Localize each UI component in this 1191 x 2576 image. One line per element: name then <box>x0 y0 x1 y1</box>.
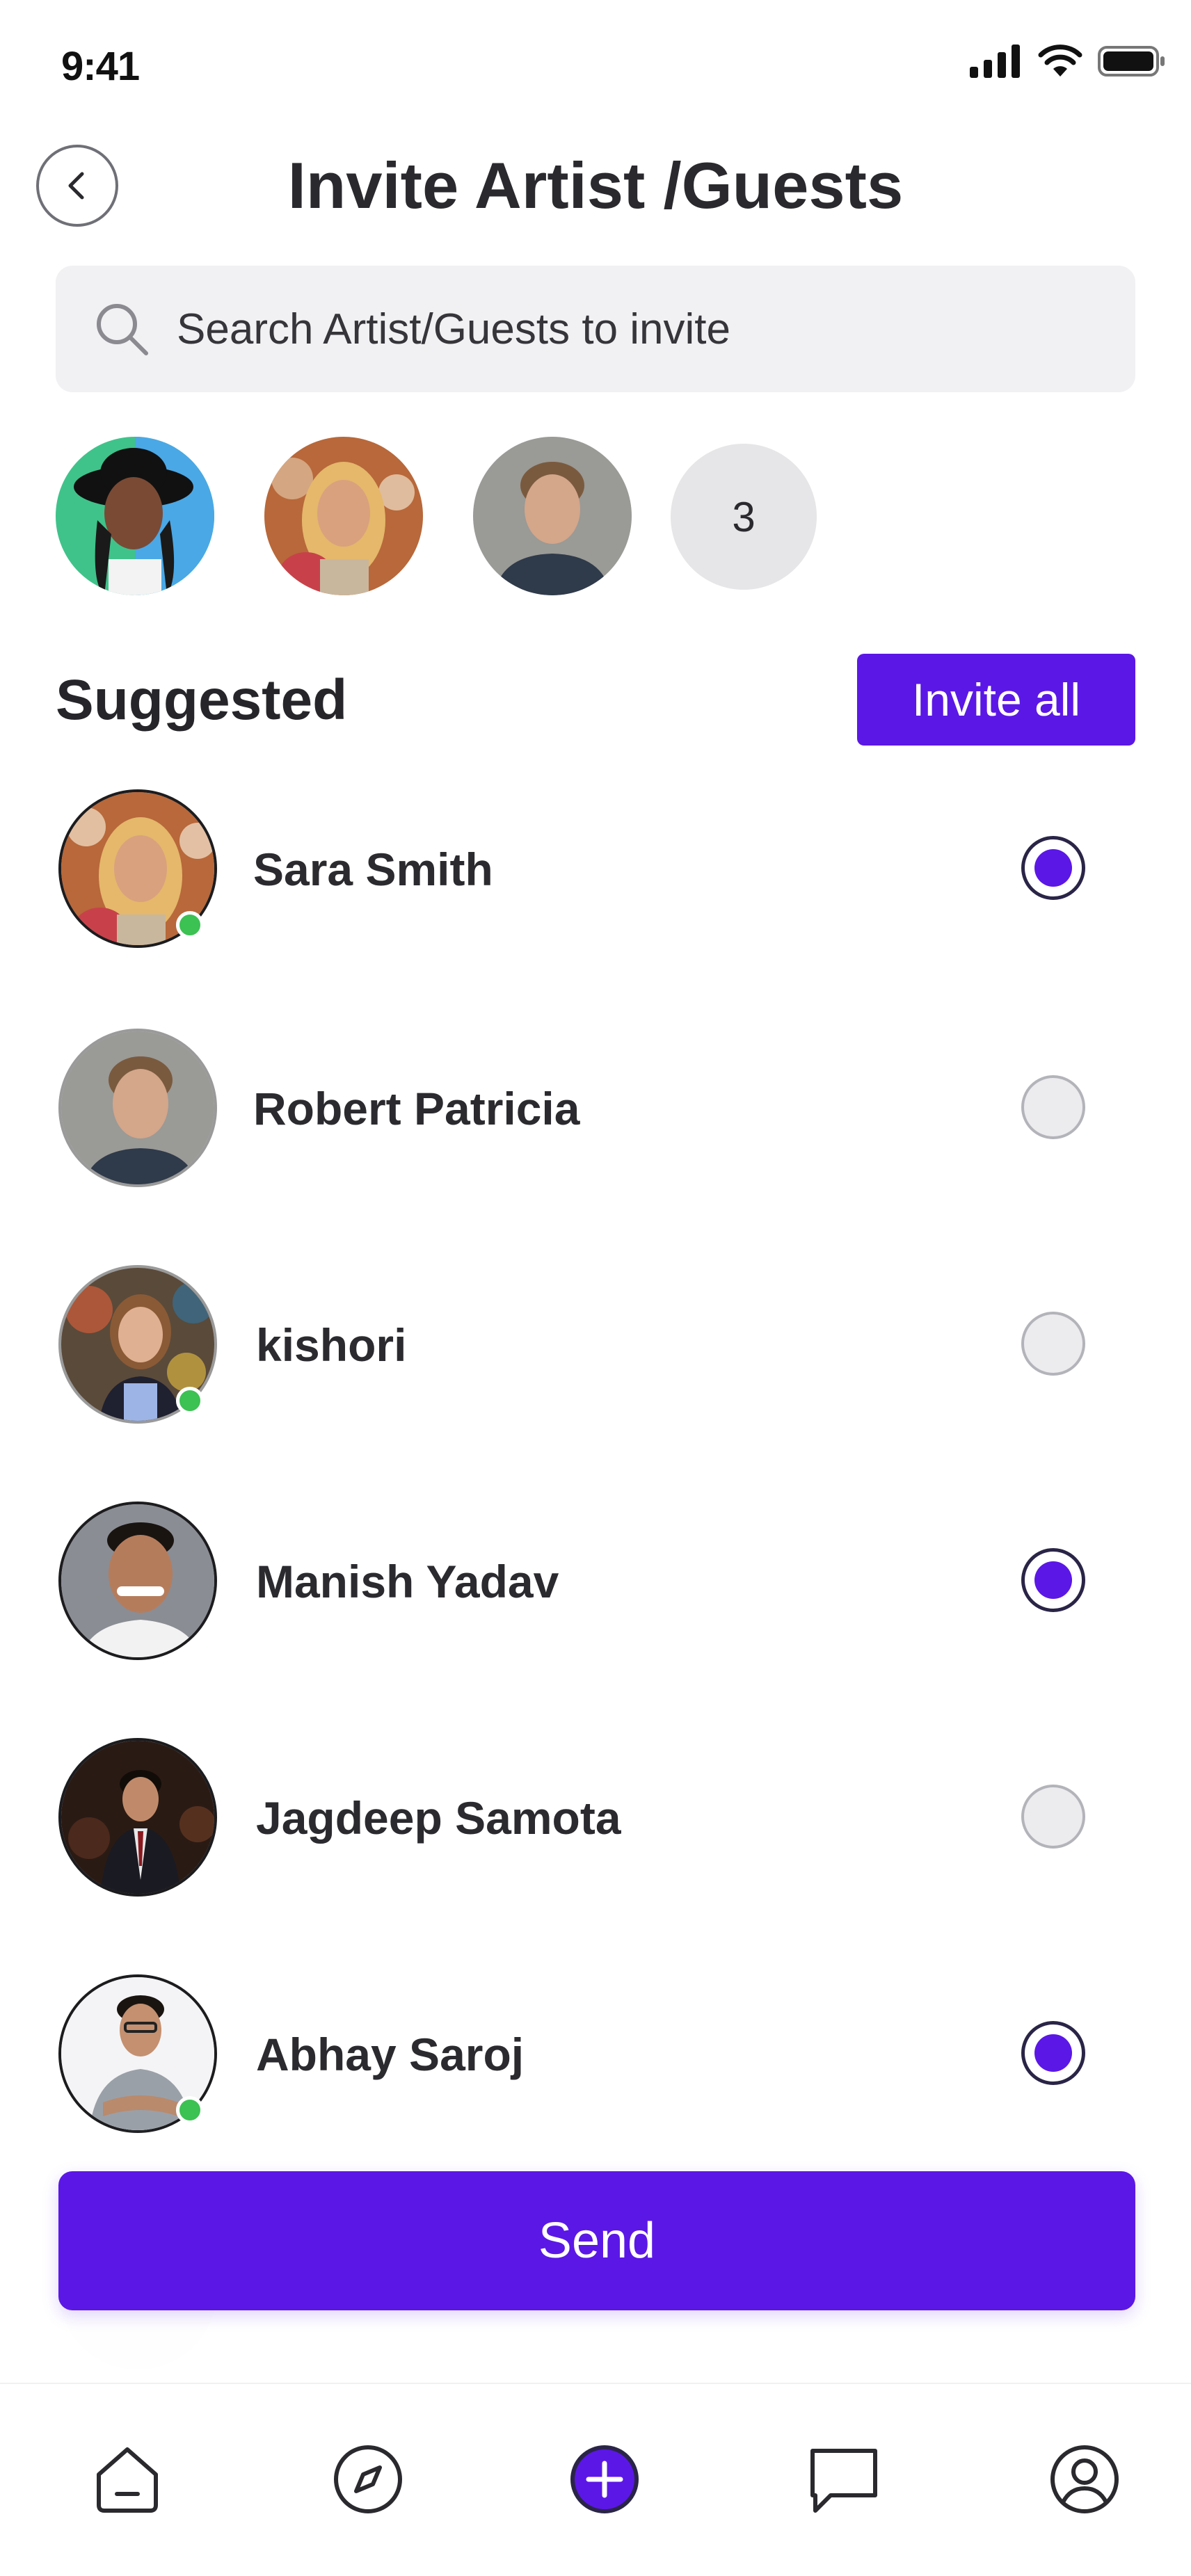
search-box[interactable] <box>56 266 1135 392</box>
bottom-navigation <box>0 2383 1191 2576</box>
contact-name: kishori <box>256 1319 407 1371</box>
contact-name: Sara Smith <box>253 844 493 895</box>
contact-name: Jagdeep Samota <box>256 1792 621 1844</box>
status-time: 9:41 <box>61 44 140 89</box>
search-icon <box>92 299 152 359</box>
online-status-dot <box>176 911 204 939</box>
select-radio[interactable] <box>1021 1312 1085 1376</box>
suggested-title: Suggested <box>56 668 348 732</box>
compass-icon <box>334 2445 402 2513</box>
contact-row[interactable]: kishori <box>0 1255 1191 1435</box>
send-button[interactable]: Send <box>58 2171 1135 2310</box>
contact-avatar <box>58 1029 217 1187</box>
battery-icon <box>1098 46 1165 77</box>
home-icon <box>97 2447 158 2513</box>
select-radio[interactable] <box>1021 1548 1085 1612</box>
wifi-icon <box>1038 45 1082 77</box>
contact-avatar <box>58 1738 217 1897</box>
contact-name: Abhay Saroj <box>256 2029 525 2080</box>
contact-row[interactable]: Jagdeep Samota <box>0 1728 1191 1908</box>
selected-guest-avatar[interactable] <box>56 437 214 595</box>
cellular-signal-icon <box>970 45 1020 78</box>
contact-name: Manish Yadav <box>256 1556 559 1607</box>
select-radio[interactable] <box>1021 1785 1085 1849</box>
contact-row[interactable]: Abhay Saroj <box>0 1964 1191 2145</box>
plus-circle-icon <box>570 2445 639 2513</box>
nav-profile[interactable] <box>1046 2441 1123 2518</box>
nav-messages[interactable] <box>806 2441 882 2518</box>
status-icons <box>970 45 1166 78</box>
contact-avatar <box>58 1502 217 1660</box>
nav-explore[interactable] <box>330 2441 406 2518</box>
contact-row[interactable]: Robert Patricia <box>0 1018 1191 1199</box>
invite-all-button[interactable]: Invite all <box>857 654 1135 746</box>
select-radio[interactable] <box>1021 1075 1085 1139</box>
status-bar: 9:41 <box>0 0 1191 104</box>
online-status-dot <box>176 1387 204 1415</box>
selected-guest-avatar[interactable] <box>473 437 632 595</box>
chat-icon <box>810 2449 877 2513</box>
contact-name: Robert Patricia <box>253 1083 580 1134</box>
back-button[interactable] <box>36 145 118 227</box>
page-title: Invite Artist /Guests <box>287 149 904 222</box>
more-guests-count[interactable]: 3 <box>671 444 817 590</box>
online-status-dot <box>176 2096 204 2124</box>
chevron-left-icon <box>68 172 84 200</box>
select-radio[interactable] <box>1021 2021 1085 2085</box>
select-radio[interactable] <box>1021 836 1085 900</box>
contact-row[interactable]: Sara Smith <box>0 779 1191 960</box>
nav-home[interactable] <box>89 2441 166 2518</box>
selected-guest-avatar[interactable] <box>264 437 423 595</box>
profile-icon <box>1050 2445 1119 2513</box>
search-input[interactable] <box>177 304 1081 354</box>
contact-row[interactable]: Manish Yadav <box>0 1491 1191 1672</box>
nav-create[interactable] <box>566 2441 643 2518</box>
